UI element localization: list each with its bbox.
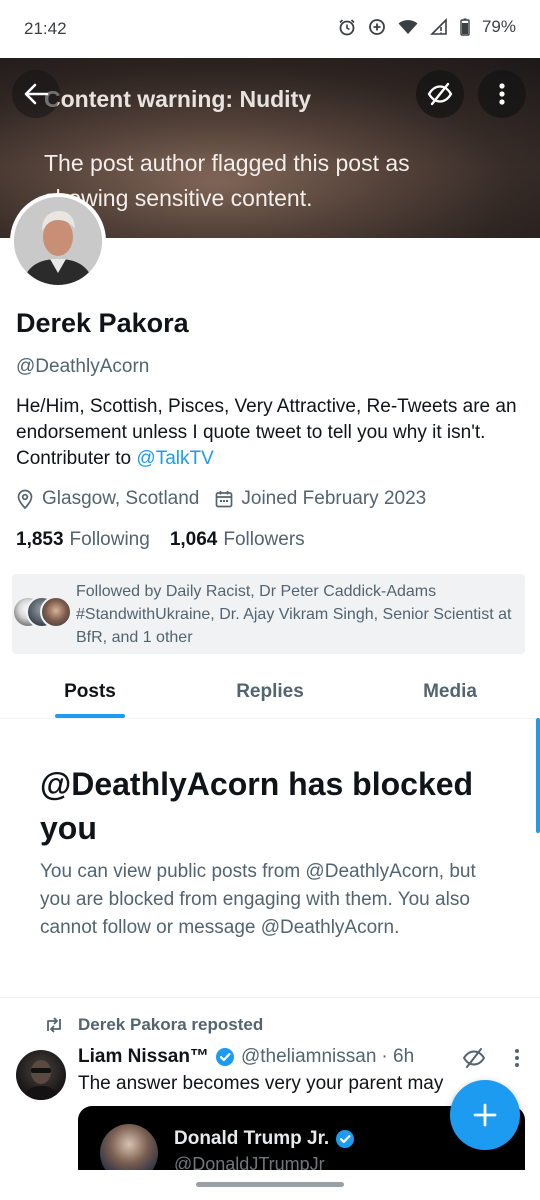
tab-replies[interactable]: Replies [180, 668, 360, 718]
wifi-icon [398, 20, 418, 34]
location-pin-icon [17, 489, 33, 509]
blocked-body: You can view public posts from @DeathlyA… [40, 861, 476, 938]
post-header: Liam Nissan™ @theliamnissan · 6h [78, 1046, 414, 1068]
eye-off-icon[interactable] [462, 1046, 486, 1070]
status-time: 21:42 [24, 19, 67, 38]
battery-icon [460, 18, 470, 36]
profile-tabs: Posts Replies Media [0, 668, 540, 718]
content-warning-body: The post author flagged this post as sho… [44, 150, 410, 211]
more-vertical-icon [499, 83, 505, 105]
following-link[interactable]: 1,853 Following [16, 529, 150, 551]
calendar-icon [216, 491, 233, 508]
more-vertical-icon[interactable] [514, 1048, 520, 1068]
bio-link[interactable]: @TalkTV [136, 448, 213, 469]
repost-indicator: Derek Pakora reposted [44, 1015, 263, 1035]
show-sensitive-button[interactable] [416, 70, 464, 118]
followed-by-text: Followed by Daily Racist, Dr Peter Caddi… [76, 583, 512, 646]
quoted-author-name-row: Donald Trump Jr. [174, 1128, 355, 1150]
tab-posts[interactable]: Posts [0, 668, 180, 718]
back-arrow-icon [24, 83, 49, 105]
post-author-name[interactable]: Liam Nissan™ [78, 1046, 209, 1068]
more-options-button[interactable] [478, 70, 526, 118]
tab-divider [0, 718, 540, 719]
plus-icon [473, 1103, 497, 1127]
profile-handle: @DeathlyAcorn [16, 356, 150, 377]
post-author-avatar[interactable] [16, 1050, 66, 1100]
profile-location: Glasgow, Scotland [16, 488, 199, 510]
signal-icon [430, 18, 447, 35]
followed-by-box[interactable]: Followed by Daily Racist, Dr Peter Caddi… [12, 574, 525, 654]
home-gesture-pill[interactable] [196, 1182, 344, 1187]
quoted-author-avatar [100, 1124, 158, 1170]
back-button[interactable] [12, 70, 60, 118]
following-label: Following [69, 529, 150, 550]
scrollbar[interactable] [536, 718, 540, 833]
following-count: 1,853 [16, 529, 64, 550]
alarm-icon [339, 19, 355, 36]
followers-link[interactable]: 1,064 Followers [170, 529, 305, 551]
repost-label: Derek Pakora reposted [78, 1015, 264, 1034]
status-icons: 79% [338, 17, 516, 37]
profile-display-name: Derek Pakora [16, 308, 189, 338]
data-saver-icon [369, 19, 385, 35]
post-time: · 6h [381, 1046, 415, 1067]
profile-meta: Glasgow, Scotland Joined February 2023 [16, 488, 442, 510]
battery-percent: 79% [481, 17, 516, 36]
tab-media[interactable]: Media [360, 668, 540, 718]
blocked-title: @DeathlyAcorn has blocked you [40, 766, 474, 846]
joined-text: Joined February 2023 [241, 488, 427, 509]
post-text[interactable]: The answer becomes very your parent may [78, 1073, 458, 1095]
follow-counts: 1,853 Following 1,064 Followers [16, 529, 305, 551]
profile-avatar-image [14, 197, 102, 285]
followers-count: 1,064 [169, 529, 218, 550]
eye-off-icon [427, 82, 453, 106]
repost-icon [47, 1017, 61, 1033]
content-warning-title: Content warning: Nudity [44, 86, 312, 112]
followed-by-avatars [12, 596, 74, 628]
location-text: Glasgow, Scotland [42, 488, 200, 509]
verified-badge-icon [215, 1048, 234, 1066]
bio-text: He/Him, Scottish, Pisces, Very Attractiv… [16, 396, 517, 469]
profile-joined: Joined February 2023 [215, 488, 426, 510]
quoted-author-name: Donald Trump Jr. [174, 1128, 330, 1149]
section-divider [0, 997, 540, 998]
compose-button[interactable] [450, 1080, 520, 1150]
post-author-handle[interactable]: @theliamnissan [241, 1046, 376, 1068]
profile-bio: He/Him, Scottish, Pisces, Very Attractiv… [16, 394, 526, 472]
quoted-author-handle: @DonaldJTrumpJr [174, 1154, 325, 1170]
followers-label: Followers [223, 529, 305, 550]
post-actions [462, 1046, 520, 1070]
follower-avatar [40, 596, 72, 628]
verified-badge-icon [336, 1130, 355, 1148]
status-bar: 21:42 79% [0, 0, 540, 58]
profile-avatar[interactable] [10, 193, 106, 289]
